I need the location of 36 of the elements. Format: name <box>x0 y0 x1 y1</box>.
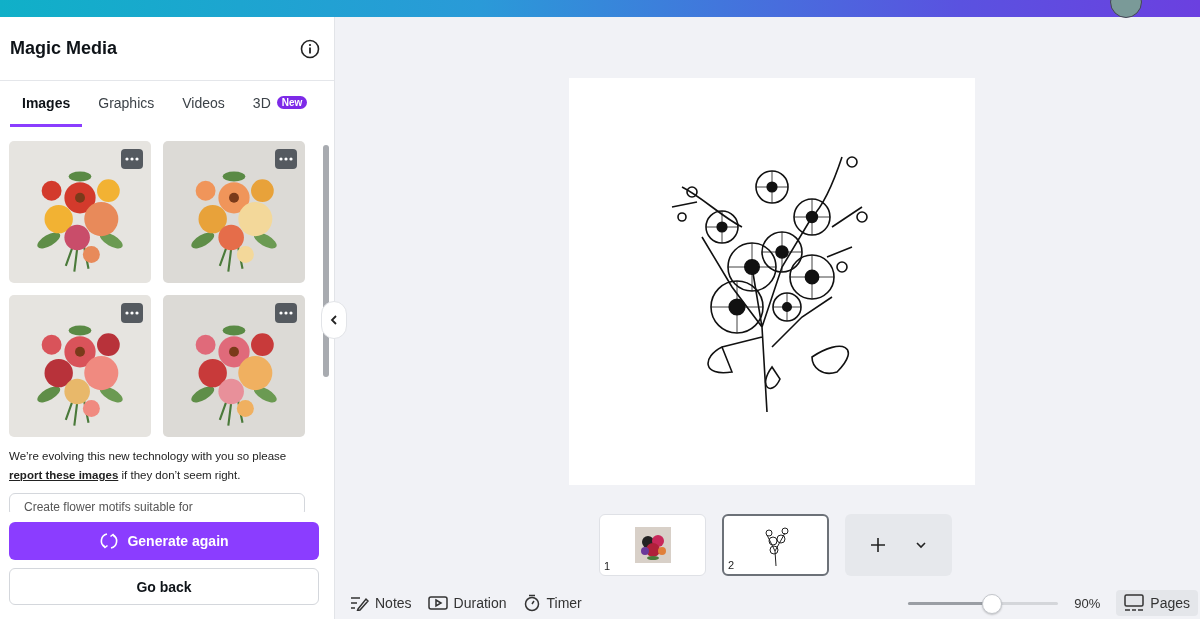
timer-button[interactable]: Timer <box>522 594 582 612</box>
chevron-left-icon <box>329 314 339 326</box>
collapse-button[interactable] <box>321 301 347 339</box>
page-thumbnail[interactable]: 1 <box>599 514 706 576</box>
more-options-icon[interactable] <box>275 303 297 323</box>
chevron-down-icon[interactable] <box>915 541 928 549</box>
tab[interactable]: Videos <box>170 81 237 127</box>
more-options-icon[interactable] <box>121 149 143 169</box>
page-number: 2 <box>728 559 735 571</box>
new-badge: New <box>276 96 308 109</box>
plus-icon[interactable] <box>869 537 886 553</box>
notes-icon <box>349 595 369 611</box>
pages-button[interactable]: Pages <box>1116 590 1198 616</box>
more-options-icon[interactable] <box>275 149 297 169</box>
page-number: 1 <box>604 560 611 572</box>
go-back-button[interactable]: Go back <box>9 568 319 605</box>
more-options-icon[interactable] <box>121 303 143 323</box>
stopwatch-icon <box>522 594 541 612</box>
zoom-slider[interactable] <box>908 593 1059 613</box>
notes-button[interactable]: Notes <box>349 595 412 611</box>
notice-text: We’re evolving this new technology with you so please report these images if they don’t seem right. <box>9 449 288 483</box>
tab[interactable]: Graphics <box>86 81 167 127</box>
report-link[interactable]: report these images <box>9 469 119 481</box>
panel-title: Magic Media <box>10 38 118 59</box>
zoom-reading: 90% <box>1074 595 1101 611</box>
duration-button[interactable]: Duration <box>427 595 507 611</box>
info-icon[interactable] <box>300 38 320 59</box>
generate-button[interactable]: Generate again <box>9 522 319 560</box>
tab[interactable]: Images <box>10 81 83 127</box>
refresh-icon <box>99 531 120 551</box>
page-thumbnail[interactable]: 2 <box>722 514 829 576</box>
tab[interactable]: 3D New <box>240 81 320 127</box>
pages-icon <box>1124 594 1145 612</box>
design-page[interactable] <box>568 78 975 485</box>
prompt-field[interactable]: Create flower motifs suitable for <box>9 493 305 512</box>
play-icon <box>427 595 448 611</box>
